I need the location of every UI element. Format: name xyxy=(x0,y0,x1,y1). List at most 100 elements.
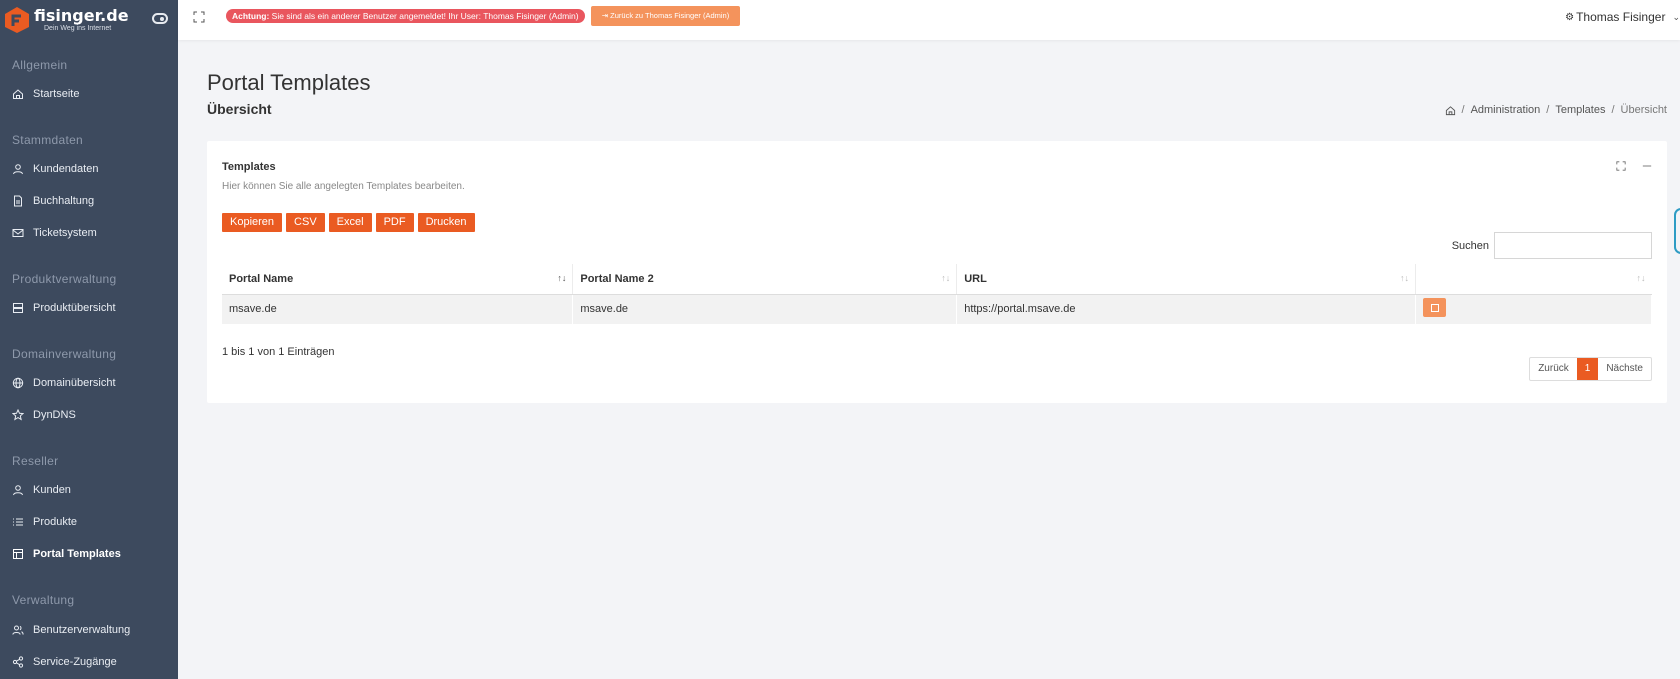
mail-icon xyxy=(12,229,24,237)
sidebar-item-label: Ticketsystem xyxy=(33,227,97,239)
nav-section-stammdaten: Stammdaten xyxy=(12,133,84,147)
nav-section-reseller: Reseller xyxy=(12,454,59,468)
star-icon xyxy=(12,409,24,421)
page-subtitle: Übersicht xyxy=(207,101,272,117)
sort-icon: ↑↓ xyxy=(941,273,951,283)
logo-icon xyxy=(5,7,29,33)
card-description: Hier können Sie alle angelegten Template… xyxy=(222,181,465,192)
nav-section-allgemein: Allgemein xyxy=(12,58,68,72)
column-header-url[interactable]: URL ↑↓ xyxy=(956,264,1417,295)
impersonation-alert: Achtung: Sie sind als ein anderer Benutz… xyxy=(226,9,585,23)
page-title: Portal Templates xyxy=(207,70,371,95)
sidebar-item-kunden[interactable]: Kunden xyxy=(0,481,71,499)
topbar: Achtung: Sie sind als ein anderer Benutz… xyxy=(178,0,1680,40)
brand-name: fisinger.de xyxy=(34,6,129,25)
sidebar-item-label: DynDNS xyxy=(33,409,76,421)
side-widget-handle[interactable] xyxy=(1674,208,1680,254)
sidebar-item-domainuebersicht[interactable]: Domainübersicht xyxy=(0,374,116,392)
sidebar-item-portal-templates[interactable]: Portal Templates xyxy=(0,545,121,563)
expand-card-icon[interactable] xyxy=(1616,161,1626,171)
search-label: Suchen xyxy=(1451,239,1489,252)
export-buttons: Kopieren CSV Excel PDF Drucken xyxy=(222,213,475,232)
sidebar-item-label: Kundendaten xyxy=(33,163,99,175)
sidebar-toggle-icon[interactable] xyxy=(152,13,168,24)
brand-tagline: Dein Weg ins Internet xyxy=(44,25,112,32)
sidebar-item-buchhaltung[interactable]: Buchhaltung xyxy=(0,192,94,210)
chevron-down-icon: ⌄ xyxy=(1672,11,1680,22)
collapse-card-icon[interactable] xyxy=(1642,161,1652,171)
cell-actions xyxy=(1415,294,1652,324)
home-icon xyxy=(13,89,23,99)
pagination-prev[interactable]: Zurück xyxy=(1530,358,1577,380)
sidebar-item-produktuebersicht[interactable]: Produktübersicht xyxy=(0,299,116,317)
sidebar-item-produkte[interactable]: Produkte xyxy=(0,513,77,531)
sidebar-item-service-zugaenge[interactable]: Service-Zugänge xyxy=(0,653,117,671)
sidebar-item-label: Portal Templates xyxy=(33,548,121,560)
column-header-portal-name-2[interactable]: Portal Name 2 ↑↓ xyxy=(572,264,958,295)
sort-icon: ↑↓ xyxy=(1636,273,1646,283)
nav-section-verwaltung: Verwaltung xyxy=(12,593,75,607)
breadcrumb-current: Übersicht xyxy=(1620,104,1667,116)
user-icon xyxy=(13,164,23,175)
templates-table: Portal Name ↑↓ Portal Name 2 ↑↓ URL ↑↓ ↑↓ m… xyxy=(222,264,1652,324)
globe-icon xyxy=(12,377,24,389)
sidebar-item-label: Buchhaltung xyxy=(33,195,95,207)
list-icon xyxy=(13,518,23,526)
sidebar-item-dyndns[interactable]: DynDNS xyxy=(0,406,76,424)
sidebar-item-ticketsystem[interactable]: Ticketsystem xyxy=(0,224,97,242)
sidebar-item-label: Startseite xyxy=(33,88,80,100)
user-name: Thomas Fisinger xyxy=(1576,10,1666,24)
nav-section-produktverwaltung: Produktverwaltung xyxy=(12,272,117,286)
breadcrumb-administration[interactable]: Administration xyxy=(1471,104,1541,116)
sort-icon: ↑↓ xyxy=(557,273,567,283)
users-icon xyxy=(12,625,24,635)
cell-url: https://portal.msave.de xyxy=(956,294,1417,324)
sidebar-item-benutzerverwaltung[interactable]: Benutzerverwaltung xyxy=(0,621,130,639)
card-title: Templates xyxy=(222,161,276,173)
user-gear-icon: ⚙ xyxy=(1565,11,1575,23)
back-to-admin-button[interactable]: ⇥ Zurück zu Thomas Fisinger (Admin) xyxy=(591,6,740,26)
sidebar-item-label: Service-Zugänge xyxy=(33,656,117,668)
cell-portal-name-2: msave.de xyxy=(572,294,958,324)
templates-card: Templates Hier können Sie alle angelegte… xyxy=(207,141,1667,403)
csv-button[interactable]: CSV xyxy=(286,213,325,232)
user-menu[interactable]: ⚙ Thomas Fisinger ⌄ xyxy=(1565,10,1680,24)
sidebar-item-label: Produktübersicht xyxy=(33,302,116,314)
edit-icon[interactable] xyxy=(1423,298,1447,318)
fullscreen-icon[interactable] xyxy=(193,11,205,23)
logo[interactable]: fisinger.de Dein Weg ins Internet xyxy=(0,0,178,40)
sort-icon: ↑↓ xyxy=(1400,273,1410,283)
excel-button[interactable]: Excel xyxy=(328,213,372,232)
print-button[interactable]: Drucken xyxy=(417,213,475,232)
server-icon xyxy=(13,303,23,313)
column-header-actions[interactable]: ↑↓ xyxy=(1415,264,1652,295)
back-button-label: Zurück zu Thomas Fisinger (Admin) xyxy=(610,11,730,20)
breadcrumb-templates[interactable]: Templates xyxy=(1555,104,1605,116)
nav-section-domainverwaltung: Domainverwaltung xyxy=(12,347,117,361)
sidebar-item-label: Domainübersicht xyxy=(33,377,116,389)
home-icon[interactable] xyxy=(1445,105,1456,116)
table-search: Suchen xyxy=(1452,232,1652,259)
pagination-page-1[interactable]: 1 xyxy=(1576,358,1599,380)
share-icon xyxy=(12,656,24,668)
layout-icon xyxy=(13,549,23,559)
pagination-next[interactable]: Nächste xyxy=(1598,358,1651,380)
alert-strong: Achtung: xyxy=(232,11,270,21)
sidebar-item-label: Benutzerverwaltung xyxy=(33,624,131,636)
search-input[interactable] xyxy=(1494,232,1652,259)
breadcrumb: / Administration / Templates / Übersicht xyxy=(1445,104,1667,116)
sidebar: fisinger.de Dein Weg ins Internet Allgem… xyxy=(0,0,178,679)
user-icon xyxy=(13,485,23,496)
sidebar-item-startseite[interactable]: Startseite xyxy=(0,85,79,103)
alert-text: Sie sind als ein anderer Benutzer angeme… xyxy=(271,11,579,21)
copy-button[interactable]: Kopieren xyxy=(222,213,283,232)
column-header-portal-name[interactable]: Portal Name ↑↓ xyxy=(222,264,574,295)
logout-icon: ⇥ xyxy=(601,11,609,20)
table-header-row: Portal Name ↑↓ Portal Name 2 ↑↓ URL ↑↓ ↑↓ xyxy=(222,264,1652,295)
sidebar-item-label: Kunden xyxy=(33,484,71,496)
card-tools xyxy=(1616,161,1652,171)
sidebar-item-kundendaten[interactable]: Kundendaten xyxy=(0,160,98,178)
pdf-button[interactable]: PDF xyxy=(375,213,414,232)
table-info: 1 bis 1 von 1 Einträgen xyxy=(222,346,335,358)
cell-portal-name: msave.de xyxy=(222,294,574,324)
